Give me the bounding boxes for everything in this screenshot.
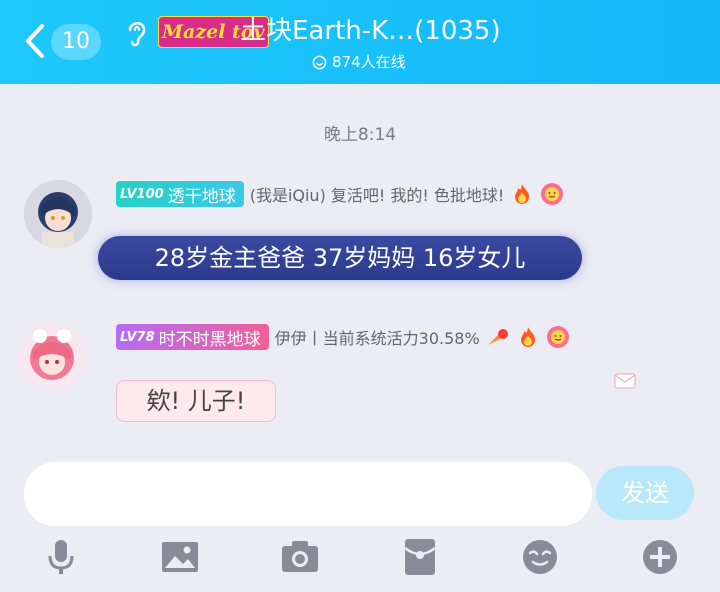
sender-nickname[interactable]: 伊伊丨当前系统活力30.58% bbox=[275, 325, 480, 349]
camera-icon[interactable] bbox=[279, 536, 321, 578]
member-title: 时不时黑地球 bbox=[158, 329, 261, 350]
fire-icon bbox=[520, 327, 535, 347]
level-badge: LV78 时不时黑地球 bbox=[116, 324, 269, 350]
group-name: 土块Earth-K… bbox=[240, 16, 415, 46]
member-title: 透干地球 bbox=[167, 186, 236, 207]
envelope-sticker-icon bbox=[614, 373, 636, 389]
level-number: LV100 bbox=[120, 186, 164, 202]
online-status: 874人在线 bbox=[312, 52, 406, 72]
smile-icon bbox=[312, 55, 327, 69]
message-header: LV78 时不时黑地球 伊伊丨当前系统活力30.58% bbox=[116, 324, 570, 350]
page-title[interactable]: 土块Earth-K…(1035) bbox=[240, 14, 501, 48]
message-input[interactable] bbox=[24, 462, 592, 526]
message-header: LV100 透干地球 (我是iQiu) 复活吧! 我的! 色批地球! bbox=[116, 181, 564, 207]
unread-count-badge[interactable]: 10 bbox=[51, 24, 101, 60]
emoji-icon[interactable] bbox=[519, 536, 561, 578]
image-icon[interactable] bbox=[159, 536, 201, 578]
back-arrow-icon[interactable] bbox=[22, 22, 48, 60]
send-button[interactable]: 发送 bbox=[596, 466, 694, 520]
fire-icon bbox=[515, 184, 530, 204]
online-count: 874人在线 bbox=[332, 53, 406, 71]
comet-icon bbox=[487, 329, 508, 345]
sender-nickname[interactable]: (我是iQiu) 复活吧! 我的! 色批地球! bbox=[250, 182, 505, 206]
avatar[interactable] bbox=[18, 322, 86, 390]
level-badge: LV100 透干地球 bbox=[116, 181, 244, 207]
microphone-icon[interactable] bbox=[40, 536, 82, 578]
message-timestamp: 晚上8:14 bbox=[323, 125, 397, 145]
message-bubble[interactable]: 28岁金主爸爸 37岁妈妈 16岁女儿 bbox=[98, 236, 582, 280]
avatar-image bbox=[24, 180, 92, 248]
ear-mode-icon[interactable] bbox=[122, 18, 150, 48]
avatar[interactable] bbox=[24, 180, 92, 248]
red-packet-icon[interactable] bbox=[399, 536, 441, 578]
flower-face-icon bbox=[541, 183, 564, 205]
level-number: LV78 bbox=[120, 329, 155, 345]
avatar-image bbox=[18, 322, 86, 390]
chat-header: 10 Mazel tov 土块Earth-K…(1035) 874人在线 bbox=[0, 0, 720, 84]
member-count: (1035) bbox=[414, 16, 501, 46]
flower-face-icon bbox=[546, 326, 569, 348]
message-bubble[interactable]: 欸! 儿子! bbox=[116, 380, 276, 422]
plus-icon[interactable] bbox=[639, 536, 681, 578]
